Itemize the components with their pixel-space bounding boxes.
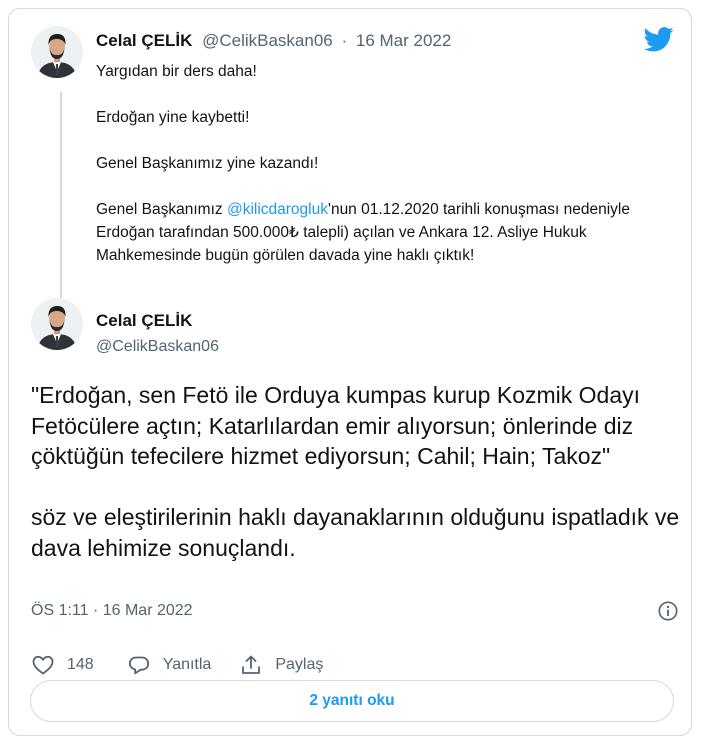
share-icon: [242, 655, 261, 674]
tweet-actions: 148 Yanıtla Paylaş: [31, 650, 323, 680]
main-tweet-text: "Erdoğan, sen Fetö ile Orduya kumpas kur…: [31, 380, 681, 563]
mention-link[interactable]: @kilicdarogluk: [227, 201, 328, 218]
parent-line-4: Genel Başkanımız @kilicdarogluk'nun 01.1…: [96, 198, 681, 267]
main-author-name[interactable]: Celal ÇELİK: [96, 311, 192, 331]
parent-author-name[interactable]: Celal ÇELİK: [96, 31, 192, 50]
tweet-timestamp[interactable]: ÖS 1:11 · 16 Mar 2022: [31, 602, 193, 620]
embedded-tweet-card: Celal ÇELİK @CelikBaskan06 · 16 Mar 2022…: [8, 8, 692, 736]
parent-tweet-text: Yargıdan bir ders daha! Erdoğan yine kay…: [96, 60, 681, 267]
parent-line-2: Erdoğan yine kaybetti!: [96, 109, 250, 126]
share-button[interactable]: Paylaş: [239, 653, 323, 677]
reply-label: Yanıtla: [162, 656, 212, 673]
parent-line-4-start: Genel Başkanımız: [96, 201, 227, 218]
like-count: 148: [67, 656, 94, 673]
thread-connector-line: [60, 92, 62, 298]
reply-icon: [128, 656, 149, 675]
parent-author-avatar[interactable]: [31, 26, 83, 78]
read-replies-button[interactable]: 2 yanıtı oku: [30, 680, 674, 722]
twitter-logo-icon[interactable]: [644, 27, 674, 52]
parent-author-handle[interactable]: @CelikBaskan06: [202, 31, 333, 50]
main-paragraph-1: "Erdoğan, sen Fetö ile Orduya kumpas kur…: [31, 382, 641, 469]
main-paragraph-2: söz ve eleştirilerinin haklı dayanakları…: [31, 504, 680, 561]
parent-line-1: Yargıdan bir ders daha!: [96, 63, 257, 80]
parent-tweet-date[interactable]: 16 Mar 2022: [356, 31, 451, 50]
parent-line-3: Genel Başkanımız yine kazandı!: [96, 155, 319, 172]
reply-button[interactable]: Yanıtla: [127, 653, 212, 677]
info-icon[interactable]: [657, 600, 679, 622]
main-author-avatar[interactable]: [31, 298, 83, 350]
heart-icon: [32, 655, 54, 675]
like-button[interactable]: 148: [31, 653, 94, 677]
header-separator: ·: [341, 31, 348, 50]
share-label: Paylaş: [275, 656, 324, 673]
main-author-handle[interactable]: @CelikBaskan06: [96, 338, 219, 356]
parent-tweet-header: Celal ÇELİK @CelikBaskan06 · 16 Mar 2022: [96, 31, 451, 51]
